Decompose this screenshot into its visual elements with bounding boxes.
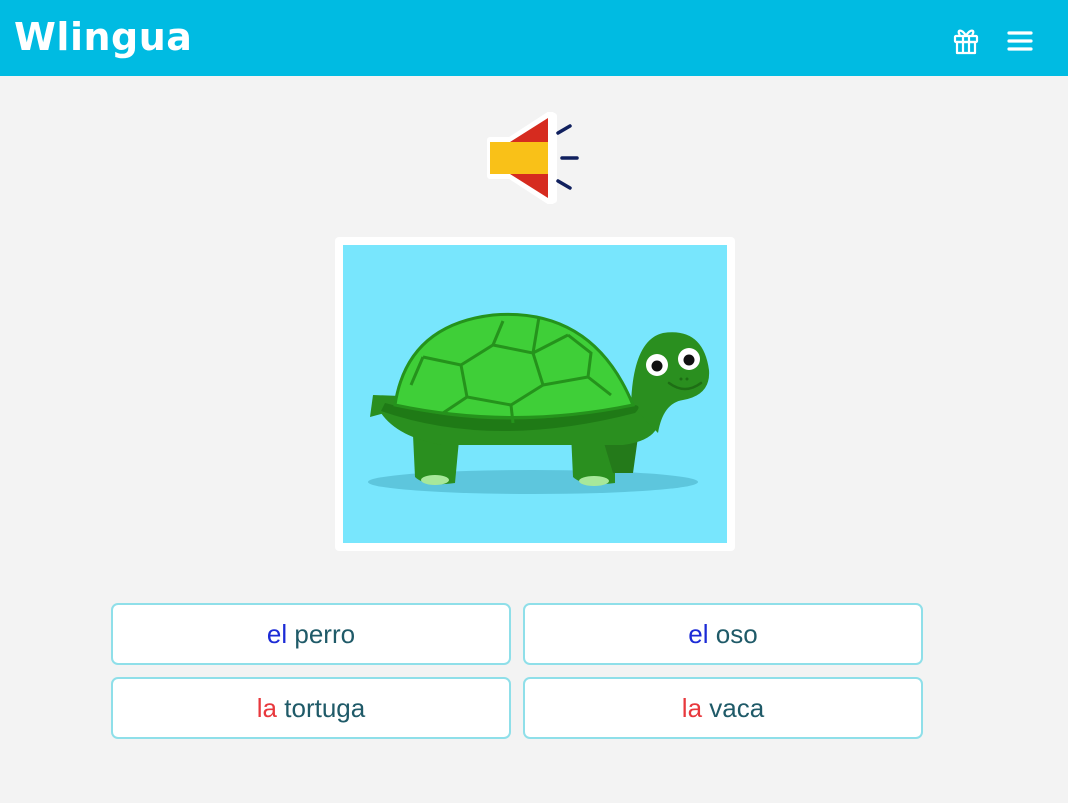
turtle-illustration xyxy=(368,312,710,494)
answer-article: el xyxy=(688,618,709,649)
answer-article: el xyxy=(266,618,288,649)
answer-article: la xyxy=(681,692,703,723)
app-logo[interactable]: Wlingua xyxy=(14,12,192,62)
menu-button[interactable] xyxy=(1004,24,1036,56)
answer-noun: tortuga xyxy=(284,692,366,723)
top-bar: Wlingua xyxy=(0,0,1068,76)
answer-option[interactable]: la vaca xyxy=(523,677,923,739)
play-audio-button[interactable] xyxy=(484,111,584,205)
picture-frame xyxy=(335,237,735,551)
answer-option[interactable]: el perro xyxy=(111,603,511,665)
answer-article: la xyxy=(256,692,278,723)
hamburger-menu-icon xyxy=(1007,31,1033,51)
gift-icon xyxy=(953,29,979,55)
exercise-picture xyxy=(343,245,727,543)
answer-noun: oso xyxy=(715,618,758,649)
answer-option[interactable]: la tortuga xyxy=(111,677,511,739)
answer-option[interactable]: el oso xyxy=(523,603,923,665)
answer-noun: vaca xyxy=(709,692,765,723)
gift-button[interactable] xyxy=(950,24,982,56)
speaker-spanish-flag-icon xyxy=(487,111,579,205)
answer-noun: perro xyxy=(294,618,356,649)
